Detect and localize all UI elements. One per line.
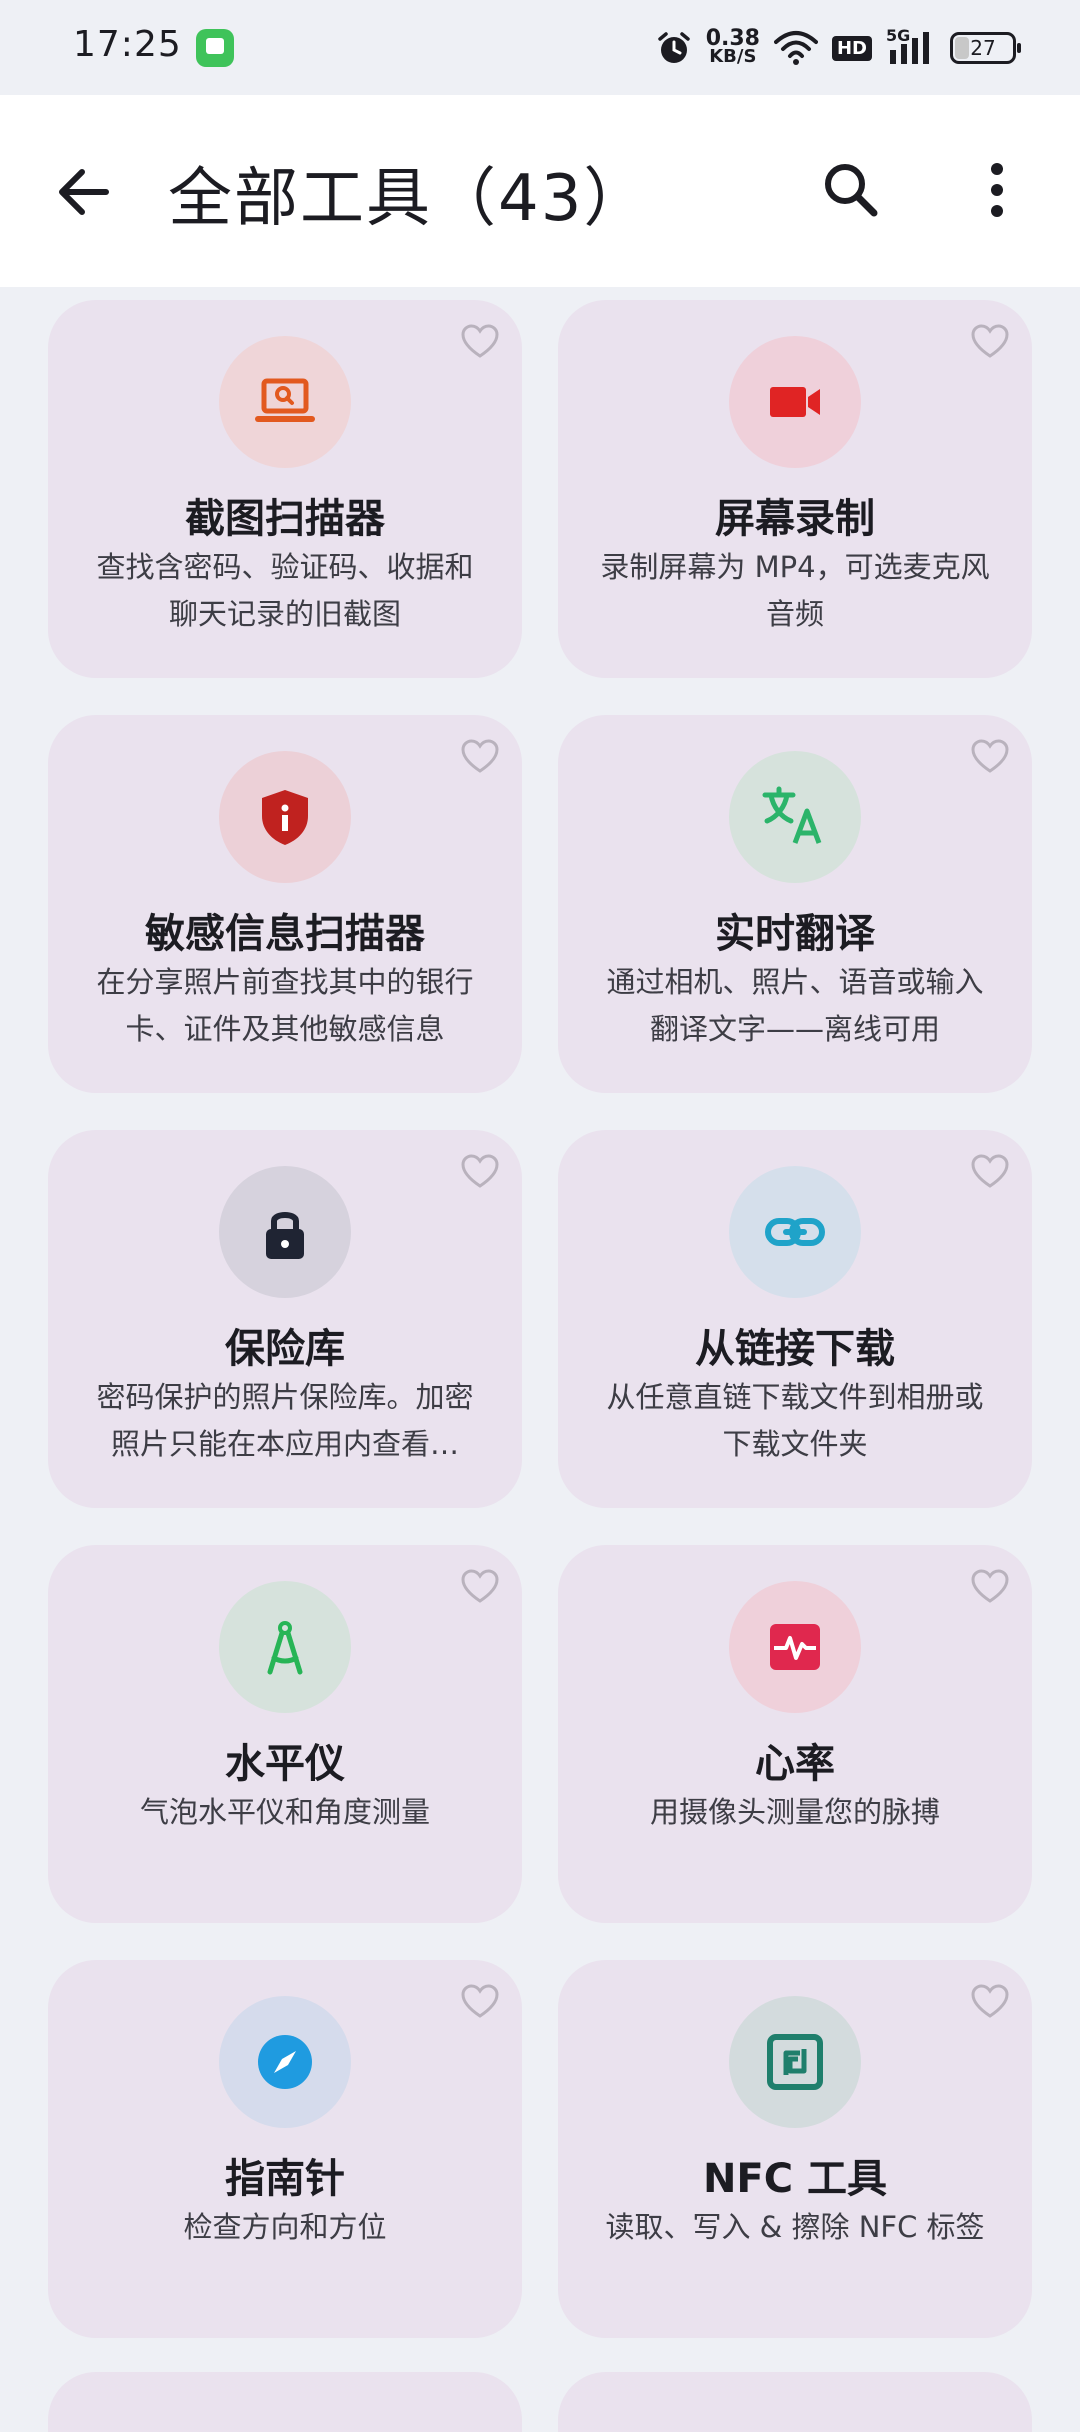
favorite-heart-icon[interactable] xyxy=(460,1982,500,2022)
tool-description: 检查方向和方位 xyxy=(183,2210,387,2244)
compass-icon xyxy=(219,1996,351,2128)
tool-title: NFC 工具 xyxy=(702,2156,888,2202)
signal-bars-icon xyxy=(890,32,929,64)
favorite-heart-icon[interactable] xyxy=(970,1567,1010,1607)
tool-description: 查找含密码、验证码、收据和聊天记录的旧截图 xyxy=(96,550,474,631)
page-title: 全部工具（43） xyxy=(168,162,650,236)
tool-description: 通过相机、照片、语音或输入翻译文字——离线可用 xyxy=(606,965,984,1046)
tool-title: 保险库 xyxy=(225,1326,345,1372)
favorite-heart-icon[interactable] xyxy=(460,737,500,777)
heart-rate-icon xyxy=(729,1581,861,1713)
compass-tool-icon xyxy=(219,1581,351,1713)
nfc-icon xyxy=(729,1996,861,2128)
favorite-heart-icon[interactable] xyxy=(970,322,1010,362)
tool-description: 气泡水平仪和角度测量 xyxy=(139,1795,430,1829)
tool-description: 在分享照片前查找其中的银行卡、证件及其他敏感信息 xyxy=(96,965,474,1046)
network-speed: 0.38 KB/S xyxy=(706,28,760,67)
more-options-button[interactable] xyxy=(962,155,1032,225)
more-vertical-icon xyxy=(991,163,1003,217)
alarm-icon xyxy=(657,32,690,63)
translate-icon xyxy=(729,751,861,883)
tool-title: 实时翻译 xyxy=(715,911,875,957)
tool-card[interactable]: 截图扫描器查找含密码、验证码、收据和聊天记录的旧截图 xyxy=(48,300,522,678)
tool-card[interactable]: 心率用摄像头测量您的脉搏 xyxy=(558,1545,1032,1923)
status-time: 17:25 xyxy=(73,24,182,65)
tool-card[interactable]: 指南针检查方向和方位 xyxy=(48,1960,522,2338)
hd-badge: HD xyxy=(831,35,872,61)
battery-indicator: 27 xyxy=(950,32,1021,64)
tool-card-partial[interactable] xyxy=(48,2372,522,2432)
app-bar: 全部工具（43） xyxy=(0,95,1080,287)
status-bar: 17:25 0.38 KB/S HD 5G 27 xyxy=(0,0,1080,95)
favorite-heart-icon[interactable] xyxy=(970,737,1010,777)
cellular-signal: 5G xyxy=(886,26,936,66)
tool-title: 指南针 xyxy=(225,2156,345,2202)
tool-title: 从链接下载 xyxy=(695,1326,895,1372)
favorite-heart-icon[interactable] xyxy=(460,1152,500,1192)
status-icons: 0.38 KB/S HD 5G 27 xyxy=(656,24,1021,72)
tool-title: 心率 xyxy=(755,1741,835,1787)
tool-description: 用摄像头测量您的脉搏 xyxy=(649,1795,940,1829)
tool-card[interactable]: 水平仪气泡水平仪和角度测量 xyxy=(48,1545,522,1923)
tool-description: 从任意直链下载文件到相册或下载文件夹 xyxy=(606,1380,984,1461)
tool-title: 截图扫描器 xyxy=(185,496,385,542)
wifi-icon xyxy=(773,31,818,65)
video-camera-icon xyxy=(729,336,861,468)
tool-title: 水平仪 xyxy=(225,1741,345,1787)
tool-card-partial[interactable] xyxy=(558,2372,1032,2432)
favorite-heart-icon[interactable] xyxy=(460,322,500,362)
link-icon xyxy=(729,1166,861,1298)
favorite-heart-icon[interactable] xyxy=(970,1152,1010,1192)
tool-title: 屏幕录制 xyxy=(715,496,875,542)
tool-description: 录制屏幕为 MP4，可选麦克风音频 xyxy=(600,550,990,631)
search-icon xyxy=(825,164,878,217)
search-button[interactable] xyxy=(816,155,886,225)
messages-app-icon xyxy=(196,29,234,67)
favorite-heart-icon[interactable] xyxy=(970,1982,1010,2022)
battery-level: 27 xyxy=(970,36,996,60)
arrow-left-icon xyxy=(59,169,109,215)
tool-card[interactable]: 实时翻译通过相机、照片、语音或输入翻译文字——离线可用 xyxy=(558,715,1032,1093)
tool-card[interactable]: 保险库密码保护的照片保险库。加密照片只能在本应用内查看… xyxy=(48,1130,522,1508)
tool-card[interactable]: 从链接下载从任意直链下载文件到相册或下载文件夹 xyxy=(558,1130,1032,1508)
net-speed-unit: KB/S xyxy=(709,46,757,67)
tool-description: 密码保护的照片保险库。加密照片只能在本应用内查看… xyxy=(96,1380,474,1461)
tool-card[interactable]: NFC 工具读取、写入 & 擦除 NFC 标签 xyxy=(558,1960,1032,2338)
tool-description: 读取、写入 & 擦除 NFC 标签 xyxy=(605,2210,985,2244)
favorite-heart-icon[interactable] xyxy=(460,1567,500,1607)
back-button[interactable] xyxy=(52,160,116,224)
shield-info-icon xyxy=(219,751,351,883)
laptop-search-icon xyxy=(219,336,351,468)
tool-title: 敏感信息扫描器 xyxy=(145,911,425,957)
lock-icon xyxy=(219,1166,351,1298)
tool-card[interactable]: 敏感信息扫描器在分享照片前查找其中的银行卡、证件及其他敏感信息 xyxy=(48,715,522,1093)
tool-card[interactable]: 屏幕录制录制屏幕为 MP4，可选麦克风音频 xyxy=(558,300,1032,678)
